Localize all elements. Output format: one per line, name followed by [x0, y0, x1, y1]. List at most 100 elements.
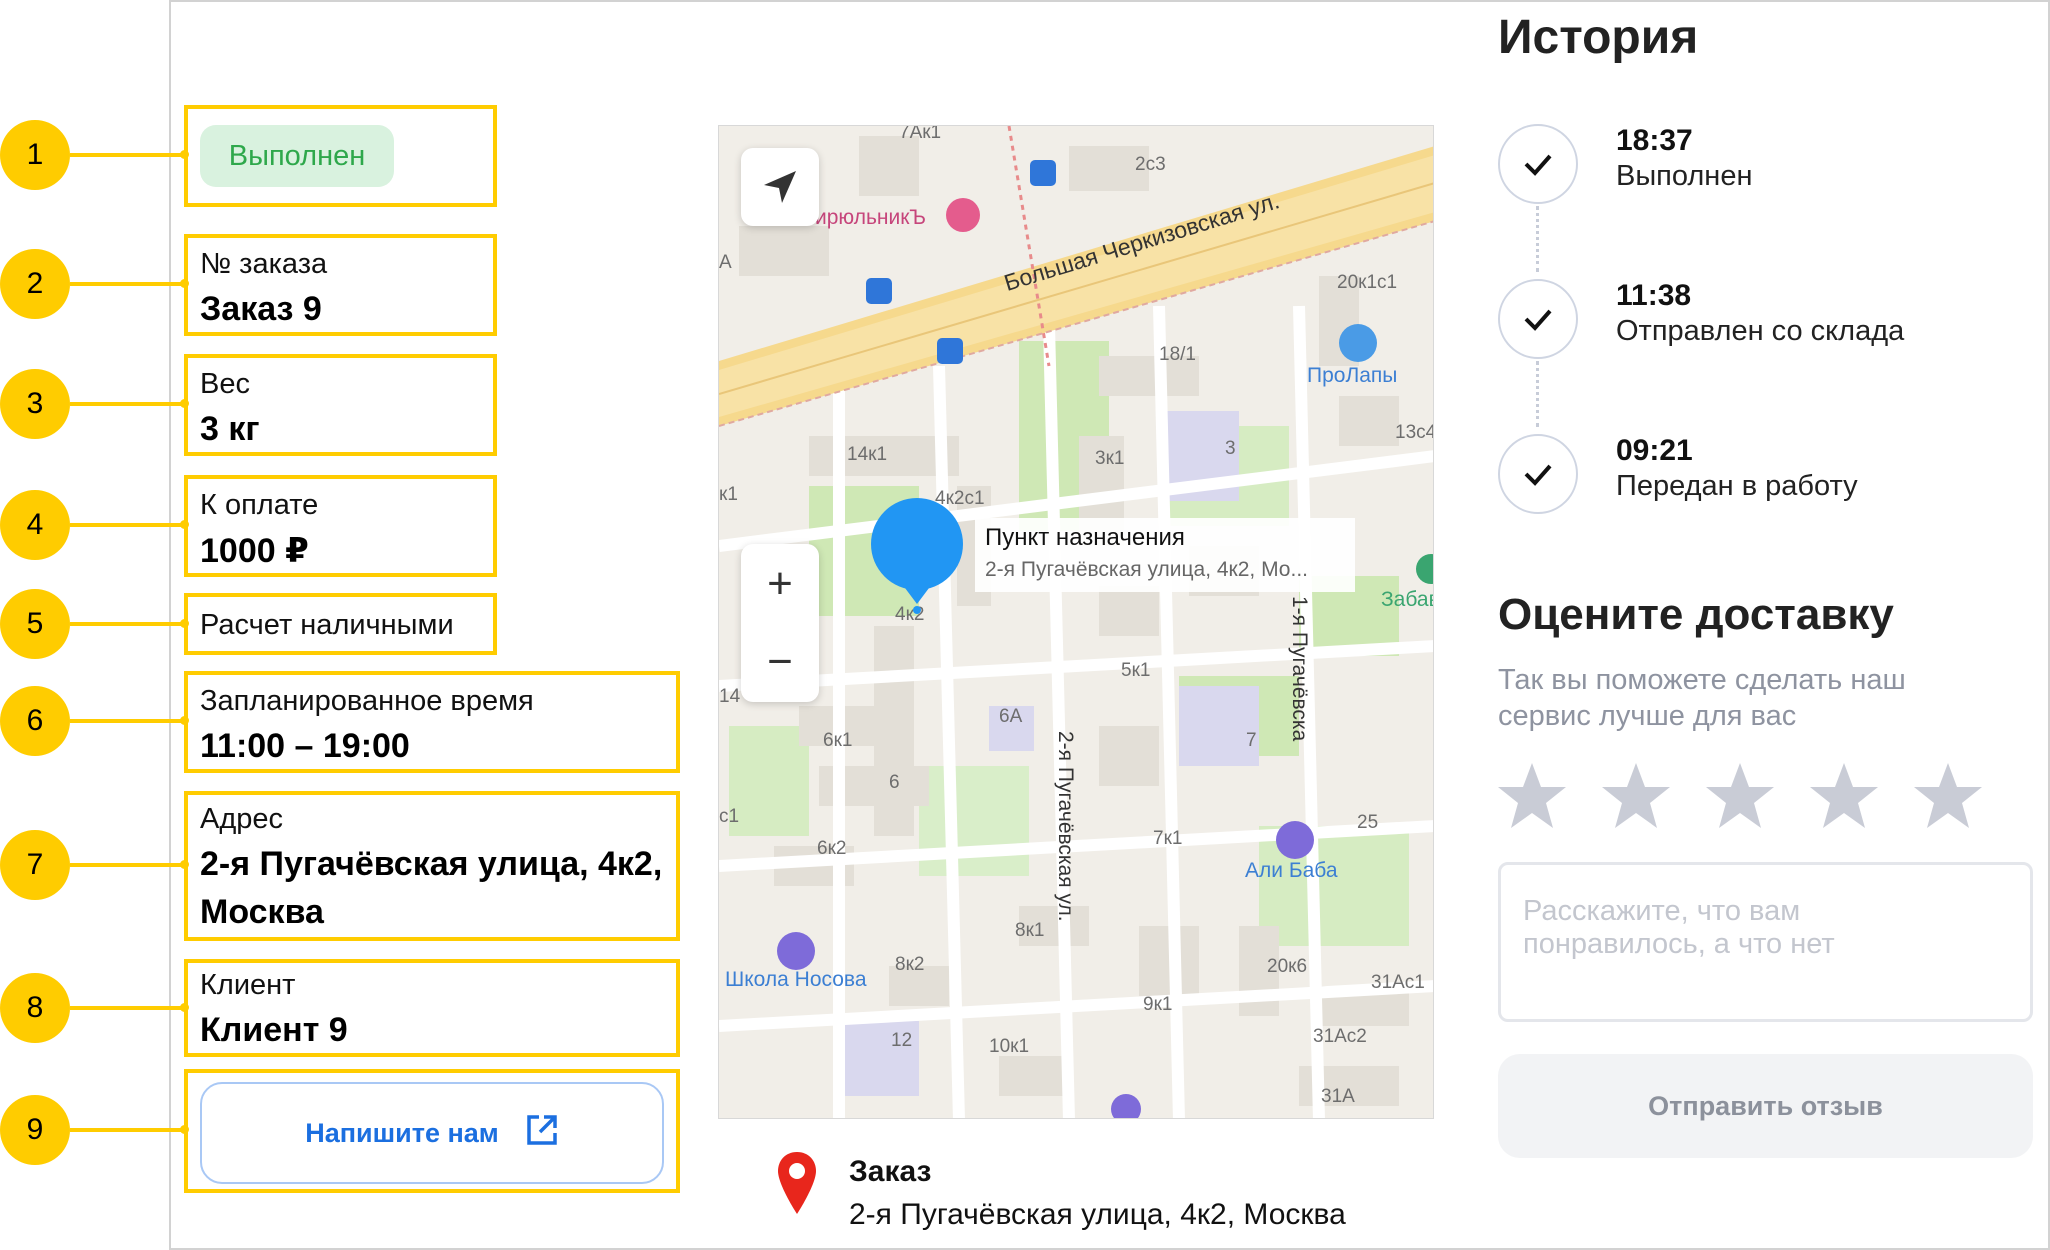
building-label: 6 — [889, 772, 900, 793]
contact-us-label: Напишите нам — [305, 1117, 499, 1148]
callout-marker-7: 7 — [0, 830, 70, 900]
weight-field: Вес 3 кг — [184, 354, 497, 456]
rating-title: Оцените доставку — [1498, 590, 1894, 639]
timeline-connector — [1536, 361, 1539, 427]
history-event-text: Выполнен — [1616, 160, 1753, 192]
status-badge: Выполнен — [200, 125, 394, 187]
building-label: 20к1с1 — [1337, 272, 1398, 293]
pet-store-icon[interactable] — [1339, 324, 1377, 362]
hotel-icon[interactable] — [1276, 821, 1314, 859]
payment-value: 1000 ₽ — [200, 532, 309, 570]
building-label: 31Ас2 — [1313, 1026, 1367, 1047]
building-label: 14 — [719, 686, 741, 707]
building-label: 8к1 — [1015, 920, 1045, 941]
street-2-pugachevskaya: 2-я Пугачёвская ул. — [1054, 731, 1077, 922]
destination-pin-icon[interactable] — [869, 498, 965, 614]
callout-marker-3: 3 — [0, 369, 70, 439]
review-placeholder-line-2: понравилось, а что нет — [1523, 928, 1835, 960]
rating-star-5[interactable] — [1912, 760, 1984, 832]
destination-address: 2-я Пугачёвская улица, 4к2, Мо... — [985, 558, 1308, 581]
building-label: 3к1 — [1095, 448, 1125, 469]
bus-stop-icon[interactable] — [1030, 160, 1056, 186]
callout-marker-8: 8 — [0, 973, 70, 1043]
bus-stop-icon[interactable] — [866, 278, 892, 304]
building-label: 7к1 — [1153, 828, 1183, 849]
callout-marker-9: 9 — [0, 1095, 70, 1165]
rating-subtitle-line-1: Так вы поможете сделать наш — [1498, 664, 1906, 696]
history-event-time: 11:38 — [1616, 279, 1692, 312]
building-label: 25 — [1357, 812, 1379, 833]
rating-star-3[interactable] — [1704, 760, 1776, 832]
building-label: 14к1 — [847, 444, 888, 465]
address-line-2: Москва — [200, 893, 324, 931]
bus-stop-icon[interactable] — [937, 338, 963, 364]
timeline-check-icon — [1498, 279, 1578, 359]
callout-marker-2: 2 — [0, 249, 70, 319]
poi-pirulnik[interactable]: ирюльникЪ — [815, 206, 926, 230]
history-event-time: 09:21 — [1616, 434, 1693, 467]
poi-prolapy[interactable]: ПроЛапы — [1307, 364, 1397, 388]
payment-label: К оплате — [200, 489, 319, 521]
order-number-value: Заказ 9 — [200, 290, 322, 328]
building-label: 7 — [1246, 730, 1257, 751]
building-label: 5к1 — [1121, 660, 1151, 681]
building-label: к1 — [719, 484, 738, 505]
building-label: 13с4 — [1395, 422, 1434, 443]
building-label: 31Ас1 — [1371, 972, 1425, 993]
building-label: 12 — [891, 1030, 913, 1051]
building-label: 3 — [1225, 438, 1236, 459]
rating-star-1[interactable] — [1496, 760, 1568, 832]
client-value: Клиент 9 — [200, 1011, 348, 1049]
building-label: 20к6 — [1267, 956, 1308, 977]
weight-label: Вес — [200, 368, 250, 400]
zoom-control: + − — [741, 544, 819, 702]
callout-marker-4: 4 — [0, 490, 70, 560]
history-event-text: Передан в работу — [1616, 470, 1858, 502]
payment-method-value: Расчет наличными — [200, 609, 454, 641]
school-icon[interactable] — [777, 932, 815, 970]
external-link-icon — [525, 1113, 559, 1154]
callout-leader-6 — [70, 719, 184, 723]
building-label: 9к1 — [1143, 994, 1173, 1015]
destination-title: Пункт назначения — [985, 524, 1185, 551]
callout-leader-8 — [70, 1006, 184, 1010]
locate-me-button[interactable] — [741, 148, 819, 226]
order-number-label: № заказа — [200, 248, 328, 280]
rating-star-4[interactable] — [1808, 760, 1880, 832]
address-field: Адрес 2-я Пугачёвская улица, 4к2, Москва — [184, 791, 680, 941]
street-1-pugachevskaya: 1-я Пугачёвска — [1288, 596, 1311, 742]
poi-zabava[interactable]: Забав — [1381, 588, 1433, 612]
review-textarea[interactable]: Расскажите, что вам понравилось, а что н… — [1498, 862, 2033, 1022]
destination-card[interactable]: Пункт назначения 2-я Пугачёвская улица, … — [975, 518, 1355, 592]
order-footer-address: 2-я Пугачёвская улица, 4к2, Москва — [849, 1198, 1346, 1231]
poi-ali-baba[interactable]: Али Баба — [1245, 859, 1338, 883]
building-label: 31А — [1321, 1086, 1355, 1107]
zoom-in-button[interactable]: + — [741, 545, 819, 623]
payment-field: К оплате 1000 ₽ — [184, 475, 497, 577]
contact-us-button[interactable]: Напишите нам — [200, 1082, 664, 1184]
submit-review-button[interactable]: Отправить отзыв — [1498, 1054, 2033, 1158]
callout-leader-9 — [70, 1128, 184, 1132]
scheduled-time-field: Запланированное время 11:00 – 19:00 — [184, 671, 680, 773]
building-label: с1 — [719, 806, 740, 827]
beauty-salon-icon[interactable] — [946, 198, 980, 232]
zoom-out-button[interactable]: − — [741, 623, 819, 701]
building-label: 2с3 — [1135, 154, 1166, 175]
building-label: А — [719, 252, 732, 273]
building-label: 6к2 — [817, 838, 847, 859]
callout-leader-3 — [70, 402, 184, 406]
callout-leader-1 — [70, 153, 184, 157]
callout-leader-5 — [70, 622, 184, 626]
callout-leader-7 — [70, 863, 184, 867]
weight-value: 3 кг — [200, 410, 260, 448]
client-label: Клиент — [200, 969, 296, 1001]
poi-shkola-nosova[interactable]: Школа Носова — [725, 968, 867, 992]
parking-icon[interactable] — [1111, 1094, 1141, 1118]
rating-star-2[interactable] — [1600, 760, 1672, 832]
history-event-time: 18:37 — [1616, 124, 1693, 157]
navigation-arrow-icon — [764, 171, 796, 203]
map[interactable]: Большая Черкизовская ул. 2-я Пугачёвская… — [718, 125, 1434, 1119]
address-line-1: 2-я Пугачёвская улица, 4к2, — [200, 845, 663, 883]
callout-leader-2 — [70, 282, 184, 286]
order-location-pin-icon — [778, 1152, 816, 1214]
